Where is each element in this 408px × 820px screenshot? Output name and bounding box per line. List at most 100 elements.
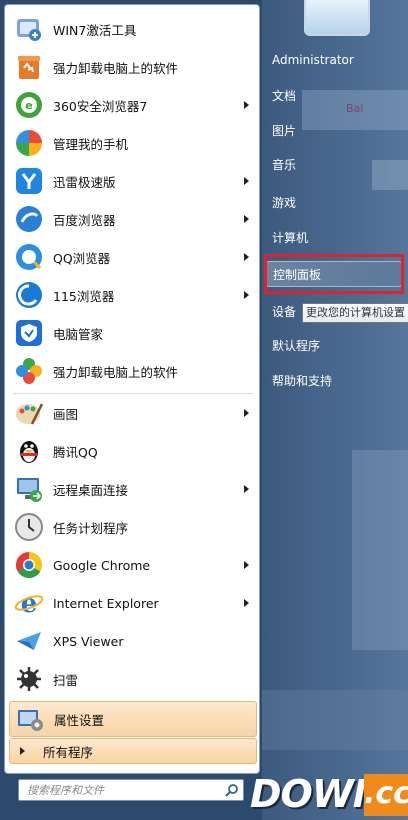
baidu-browser-icon: [13, 203, 45, 235]
program-label: 迅雷极速版: [53, 174, 116, 190]
program-item[interactable]: 强力卸载电脑上的软件: [9, 49, 257, 85]
program-item[interactable]: 百度浏览器: [9, 201, 257, 237]
link-music[interactable]: 音乐: [266, 151, 402, 177]
program-item[interactable]: QQ浏览器: [9, 239, 257, 275]
program-label: Google Chrome: [53, 557, 151, 573]
program-item[interactable]: XPS Viewer: [9, 623, 257, 659]
thunder-icon: [13, 165, 45, 197]
link-help-support[interactable]: 帮助和支持: [266, 367, 402, 393]
submenu-arrow-icon[interactable]: [244, 101, 249, 109]
submenu-arrow-icon[interactable]: [244, 177, 249, 185]
recycle-uninstall-icon: [13, 51, 45, 83]
program-item-highlighted[interactable]: 属性设置: [9, 701, 257, 737]
chrome-icon: [13, 549, 45, 581]
user-picture-frame[interactable]: [304, 0, 370, 36]
program-label: 远程桌面连接: [53, 482, 129, 498]
submenu-arrow-icon[interactable]: [244, 599, 249, 607]
submenu-arrow-icon[interactable]: [244, 561, 249, 569]
link-label: 设备: [272, 304, 297, 319]
link-games[interactable]: 游戏: [266, 189, 402, 215]
pc-manager-shield-icon: [13, 317, 45, 349]
program-label: 百度浏览器: [53, 212, 116, 228]
programs-pane: WIN7激活工具 强力卸载电脑上的软件 e 360安全浏览器7 管理我的手机 迅…: [4, 4, 260, 774]
program-label: 360安全浏览器7: [53, 98, 148, 114]
all-programs-button[interactable]: 所有程序: [9, 738, 257, 764]
site-watermark-logo: DOWN .cc: [250, 770, 408, 820]
program-label: 强力卸载电脑上的软件: [53, 364, 179, 380]
clock-icon: [13, 511, 45, 543]
program-item[interactable]: 扫雷: [9, 661, 257, 697]
phone-manager-icon: [13, 127, 45, 159]
submenu-arrow-icon[interactable]: [244, 485, 249, 493]
program-label: 115浏览器: [53, 288, 115, 304]
qq-penguin-icon: [13, 435, 45, 467]
ie-icon: e: [13, 587, 45, 619]
program-item[interactable]: WIN7激活工具: [9, 11, 257, 47]
watermark-suffix: .cc: [364, 774, 408, 816]
start-menu: WIN7激活工具 强力卸载电脑上的软件 e 360安全浏览器7 管理我的手机 迅…: [0, 0, 408, 820]
link-administrator[interactable]: Administrator: [266, 47, 402, 73]
search-box[interactable]: [18, 779, 244, 801]
control-panel-tooltip: 更改您的计算机设置: [302, 303, 408, 323]
remote-desktop-icon: [13, 473, 45, 505]
program-item[interactable]: 任务计划程序: [9, 509, 257, 545]
paint-icon: [13, 397, 45, 429]
submenu-arrow-icon[interactable]: [244, 215, 249, 223]
pinwheel-icon: [13, 355, 45, 387]
link-computer[interactable]: 计算机: [266, 224, 402, 250]
program-label: XPS Viewer: [53, 633, 124, 649]
program-label: 管理我的手机: [53, 136, 129, 152]
program-item[interactable]: 115浏览器: [9, 277, 257, 313]
program-item[interactable]: 画图: [9, 395, 257, 431]
program-item[interactable]: e 360安全浏览器7: [9, 87, 257, 123]
program-label: Internet Explorer: [53, 595, 159, 611]
search-input[interactable]: [19, 782, 221, 798]
program-label: 强力卸载电脑上的软件: [53, 60, 179, 76]
qq-browser-icon: [13, 241, 45, 273]
program-label: 属性设置: [54, 712, 105, 728]
system-links-pane: Bai Administrator 文档 图片 音乐 游戏 计算机 控制面板 设…: [262, 0, 408, 820]
program-item[interactable]: Google Chrome: [9, 547, 257, 583]
program-label: 腾讯QQ: [53, 444, 98, 460]
program-label: 电脑管家: [53, 326, 104, 342]
separator: [13, 393, 253, 394]
program-item[interactable]: 强力卸载电脑上的软件: [9, 353, 257, 389]
link-label: 默认程序: [272, 338, 321, 353]
program-item[interactable]: e Internet Explorer: [9, 585, 257, 621]
submenu-arrow-icon[interactable]: [244, 291, 249, 299]
program-label: 扫雷: [53, 672, 79, 688]
minesweeper-icon: [13, 663, 45, 695]
link-label: 图片: [272, 123, 297, 138]
link-documents[interactable]: 文档: [266, 82, 402, 108]
submenu-arrow-icon[interactable]: [244, 409, 249, 417]
link-default-programs[interactable]: 默认程序: [266, 332, 402, 358]
win7-activator-icon: [13, 13, 45, 45]
360-browser-icon: e: [13, 89, 45, 121]
program-item[interactable]: 管理我的手机: [9, 125, 257, 161]
xps-viewer-icon: [13, 625, 45, 657]
program-item[interactable]: 远程桌面连接: [9, 471, 257, 507]
search-icon[interactable]: [221, 780, 243, 800]
properties-icon: [14, 703, 46, 735]
link-label: 游戏: [272, 195, 297, 210]
submenu-arrow-icon[interactable]: [244, 253, 249, 261]
link-label: 帮助和支持: [272, 373, 333, 388]
link-label: Administrator: [272, 53, 354, 67]
program-label: QQ浏览器: [53, 250, 111, 266]
program-item[interactable]: 电脑管家: [9, 315, 257, 351]
link-label: 文档: [272, 88, 297, 103]
program-item[interactable]: 腾讯QQ: [9, 433, 257, 469]
svg-text:e: e: [25, 99, 32, 112]
search-bar-area: [4, 774, 260, 804]
program-item[interactable]: 迅雷极速版: [9, 163, 257, 199]
link-label: 音乐: [272, 157, 297, 172]
separator: [13, 733, 253, 734]
115-browser-icon: [13, 279, 45, 311]
highlight-annotation-box: [264, 254, 404, 294]
program-label: 任务计划程序: [53, 520, 129, 536]
all-programs-arrow-icon: [20, 747, 25, 755]
all-programs-label: 所有程序: [43, 744, 94, 760]
program-label: WIN7激活工具: [53, 22, 137, 38]
link-pictures[interactable]: 图片: [266, 117, 402, 143]
program-label: 画图: [53, 406, 79, 422]
